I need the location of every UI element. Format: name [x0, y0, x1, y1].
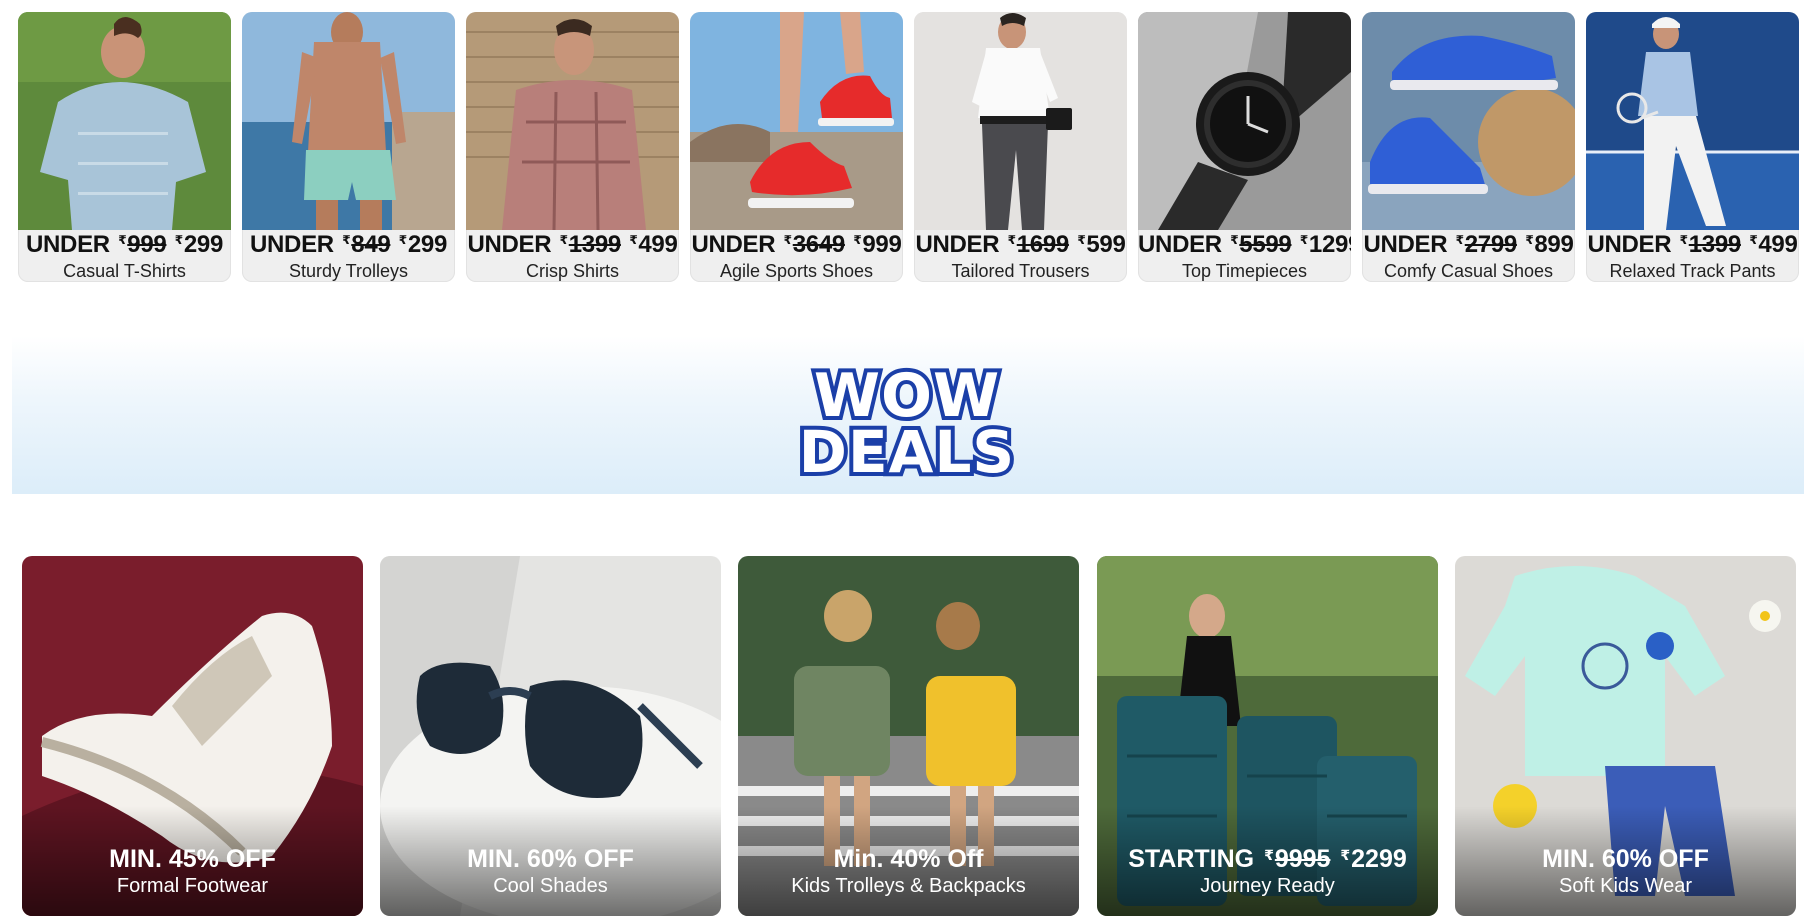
category-card-formal-footwear[interactable]: MIN. 45% OFF Formal Footwear — [22, 556, 363, 916]
old-price: 3649 — [792, 231, 846, 258]
old-price: 1399 — [568, 231, 622, 258]
new-price: 299 — [407, 231, 448, 258]
product-image-casual-shoes — [1362, 12, 1575, 230]
category-title: Soft Kids Wear — [1558, 875, 1693, 897]
category-offer: MIN. 60% OFF — [1542, 845, 1709, 873]
deal-card-tailored-trousers[interactable]: UNDER ₹1699 ₹599 Tailored Trousers — [914, 12, 1127, 282]
price-prefix: UNDER — [1363, 231, 1448, 258]
price-prefix: UNDER — [249, 231, 334, 258]
deal-title: Top Timepieces — [1181, 261, 1308, 281]
deal-card-top-timepieces[interactable]: UNDER ₹5599 ₹1299 Top Timepieces — [1138, 12, 1351, 282]
rupee-symbol: ₹ — [1299, 233, 1308, 247]
rupee-symbol: ₹ — [1679, 233, 1688, 247]
rupee-symbol: ₹ — [342, 233, 351, 247]
new-price: 1299 — [1308, 231, 1351, 258]
category-offer: MIN. 60% OFF — [467, 845, 634, 873]
deal-title: Tailored Trousers — [951, 261, 1090, 281]
rupee-symbol: ₹ — [398, 233, 407, 247]
rupee-symbol: ₹ — [174, 233, 183, 247]
old-price: 1699 — [1016, 231, 1070, 258]
wow-deals-logo: WOW DEALS — [795, 362, 1018, 480]
deal-title: Casual T-Shirts — [63, 261, 186, 281]
deal-title: Agile Sports Shoes — [719, 261, 874, 281]
price-prefix: UNDER — [467, 231, 552, 258]
product-image-trousers — [914, 12, 1127, 230]
deal-price: UNDER ₹3649 ₹999 — [690, 230, 903, 260]
price-prefix: UNDER — [1138, 231, 1222, 258]
old-price: 2799 — [1464, 231, 1518, 258]
product-image-shorts — [242, 12, 455, 230]
category-offer: Min. 40% Off — [833, 845, 984, 873]
new-price: 999 — [862, 231, 902, 258]
rupee-symbol: ₹ — [1340, 847, 1351, 863]
deal-price: UNDER ₹5599 ₹1299 — [1138, 230, 1351, 260]
category-offer: MIN. 45% OFF — [109, 845, 276, 873]
rupee-symbol: ₹ — [783, 233, 792, 247]
rupee-symbol: ₹ — [853, 233, 862, 247]
deal-title: Sturdy Trolleys — [288, 261, 409, 281]
category-card-cool-shades[interactable]: MIN. 60% OFF Cool Shades — [380, 556, 721, 916]
rupee-symbol: ₹ — [118, 233, 127, 247]
deal-card-relaxed-track-pants[interactable]: UNDER ₹1399 ₹499 Relaxed Track Pants — [1586, 12, 1799, 282]
new-price: 299 — [183, 231, 224, 258]
category-card-soft-kids-wear[interactable]: MIN. 60% OFF Soft Kids Wear — [1455, 556, 1796, 916]
product-image-sports-shoes — [690, 12, 903, 230]
rupee-symbol: ₹ — [1749, 233, 1758, 247]
deal-card-agile-sports-shoes[interactable]: UNDER ₹3649 ₹999 Agile Sports Shoes — [690, 12, 903, 282]
category-card-journey-ready[interactable]: STARTING ₹9995 ₹2299 Journey Ready — [1097, 556, 1438, 916]
rupee-symbol: ₹ — [1264, 847, 1274, 863]
deal-card-comfy-casual-shoes[interactable]: UNDER ₹2799 ₹899 Comfy Casual Shoes — [1362, 12, 1575, 282]
top-deals-row: UNDER ₹999 ₹299 Casual T-Shirts UNDER ₹8… — [18, 12, 1799, 282]
deal-price: UNDER ₹999 ₹299 — [18, 230, 231, 260]
old-price: 5599 — [1239, 231, 1292, 258]
old-price: 9995 — [1274, 845, 1331, 873]
new-price: 599 — [1086, 231, 1126, 258]
price-prefix: UNDER — [691, 231, 776, 258]
category-card-kids-trolleys[interactable]: Min. 40% Off Kids Trolleys & Backpacks — [738, 556, 1079, 916]
product-image-track-pants — [1586, 12, 1799, 230]
deal-card-casual-tshirts[interactable]: UNDER ₹999 ₹299 Casual T-Shirts — [18, 12, 231, 282]
deal-card-crisp-shirts[interactable]: UNDER ₹1399 ₹499 Crisp Shirts — [466, 12, 679, 282]
deal-price: UNDER ₹1699 ₹599 — [914, 230, 1127, 260]
new-price: 899 — [1534, 231, 1574, 258]
product-image-shirt — [466, 12, 679, 230]
rupee-symbol: ₹ — [559, 233, 568, 247]
price-prefix: UNDER — [915, 231, 1000, 258]
deal-price: UNDER ₹1399 ₹499 — [1586, 230, 1799, 260]
price-prefix: UNDER — [1587, 231, 1672, 258]
category-title: Cool Shades — [493, 875, 608, 897]
category-title: Formal Footwear — [116, 875, 269, 897]
deals-text: DEALS — [799, 418, 1015, 480]
rupee-symbol: ₹ — [1525, 233, 1534, 247]
deal-title: Comfy Casual Shoes — [1383, 261, 1554, 281]
deal-card-sturdy-trolleys[interactable]: UNDER ₹849 ₹299 Sturdy Trolleys — [242, 12, 455, 282]
rupee-symbol: ₹ — [1007, 233, 1016, 247]
rupee-symbol: ₹ — [1230, 233, 1239, 247]
rupee-symbol: ₹ — [1077, 233, 1086, 247]
price-prefix: UNDER — [25, 231, 110, 258]
old-price: 849 — [351, 231, 391, 258]
deal-title: Relaxed Track Pants — [1609, 261, 1776, 281]
category-title: Kids Trolleys & Backpacks — [791, 875, 1026, 897]
product-image-watch — [1138, 12, 1351, 230]
category-offer: STARTING ₹9995 ₹2299 — [1097, 844, 1438, 874]
category-title: Journey Ready — [1200, 875, 1335, 897]
deal-price: UNDER ₹849 ₹299 — [242, 230, 455, 260]
deal-title: Crisp Shirts — [525, 261, 619, 281]
old-price: 1399 — [1688, 231, 1742, 258]
wow-deals-banner: WOW DEALS — [12, 336, 1804, 494]
new-price: 499 — [638, 231, 678, 258]
deal-price: UNDER ₹2799 ₹899 — [1362, 230, 1575, 260]
new-price: 499 — [1758, 231, 1798, 258]
rupee-symbol: ₹ — [629, 233, 638, 247]
new-price: 2299 — [1351, 845, 1407, 873]
old-price: 999 — [127, 231, 167, 258]
deal-price: UNDER ₹1399 ₹499 — [466, 230, 679, 260]
offer-prefix: STARTING — [1128, 845, 1255, 873]
product-image-tshirt — [18, 12, 231, 230]
rupee-symbol: ₹ — [1455, 233, 1464, 247]
